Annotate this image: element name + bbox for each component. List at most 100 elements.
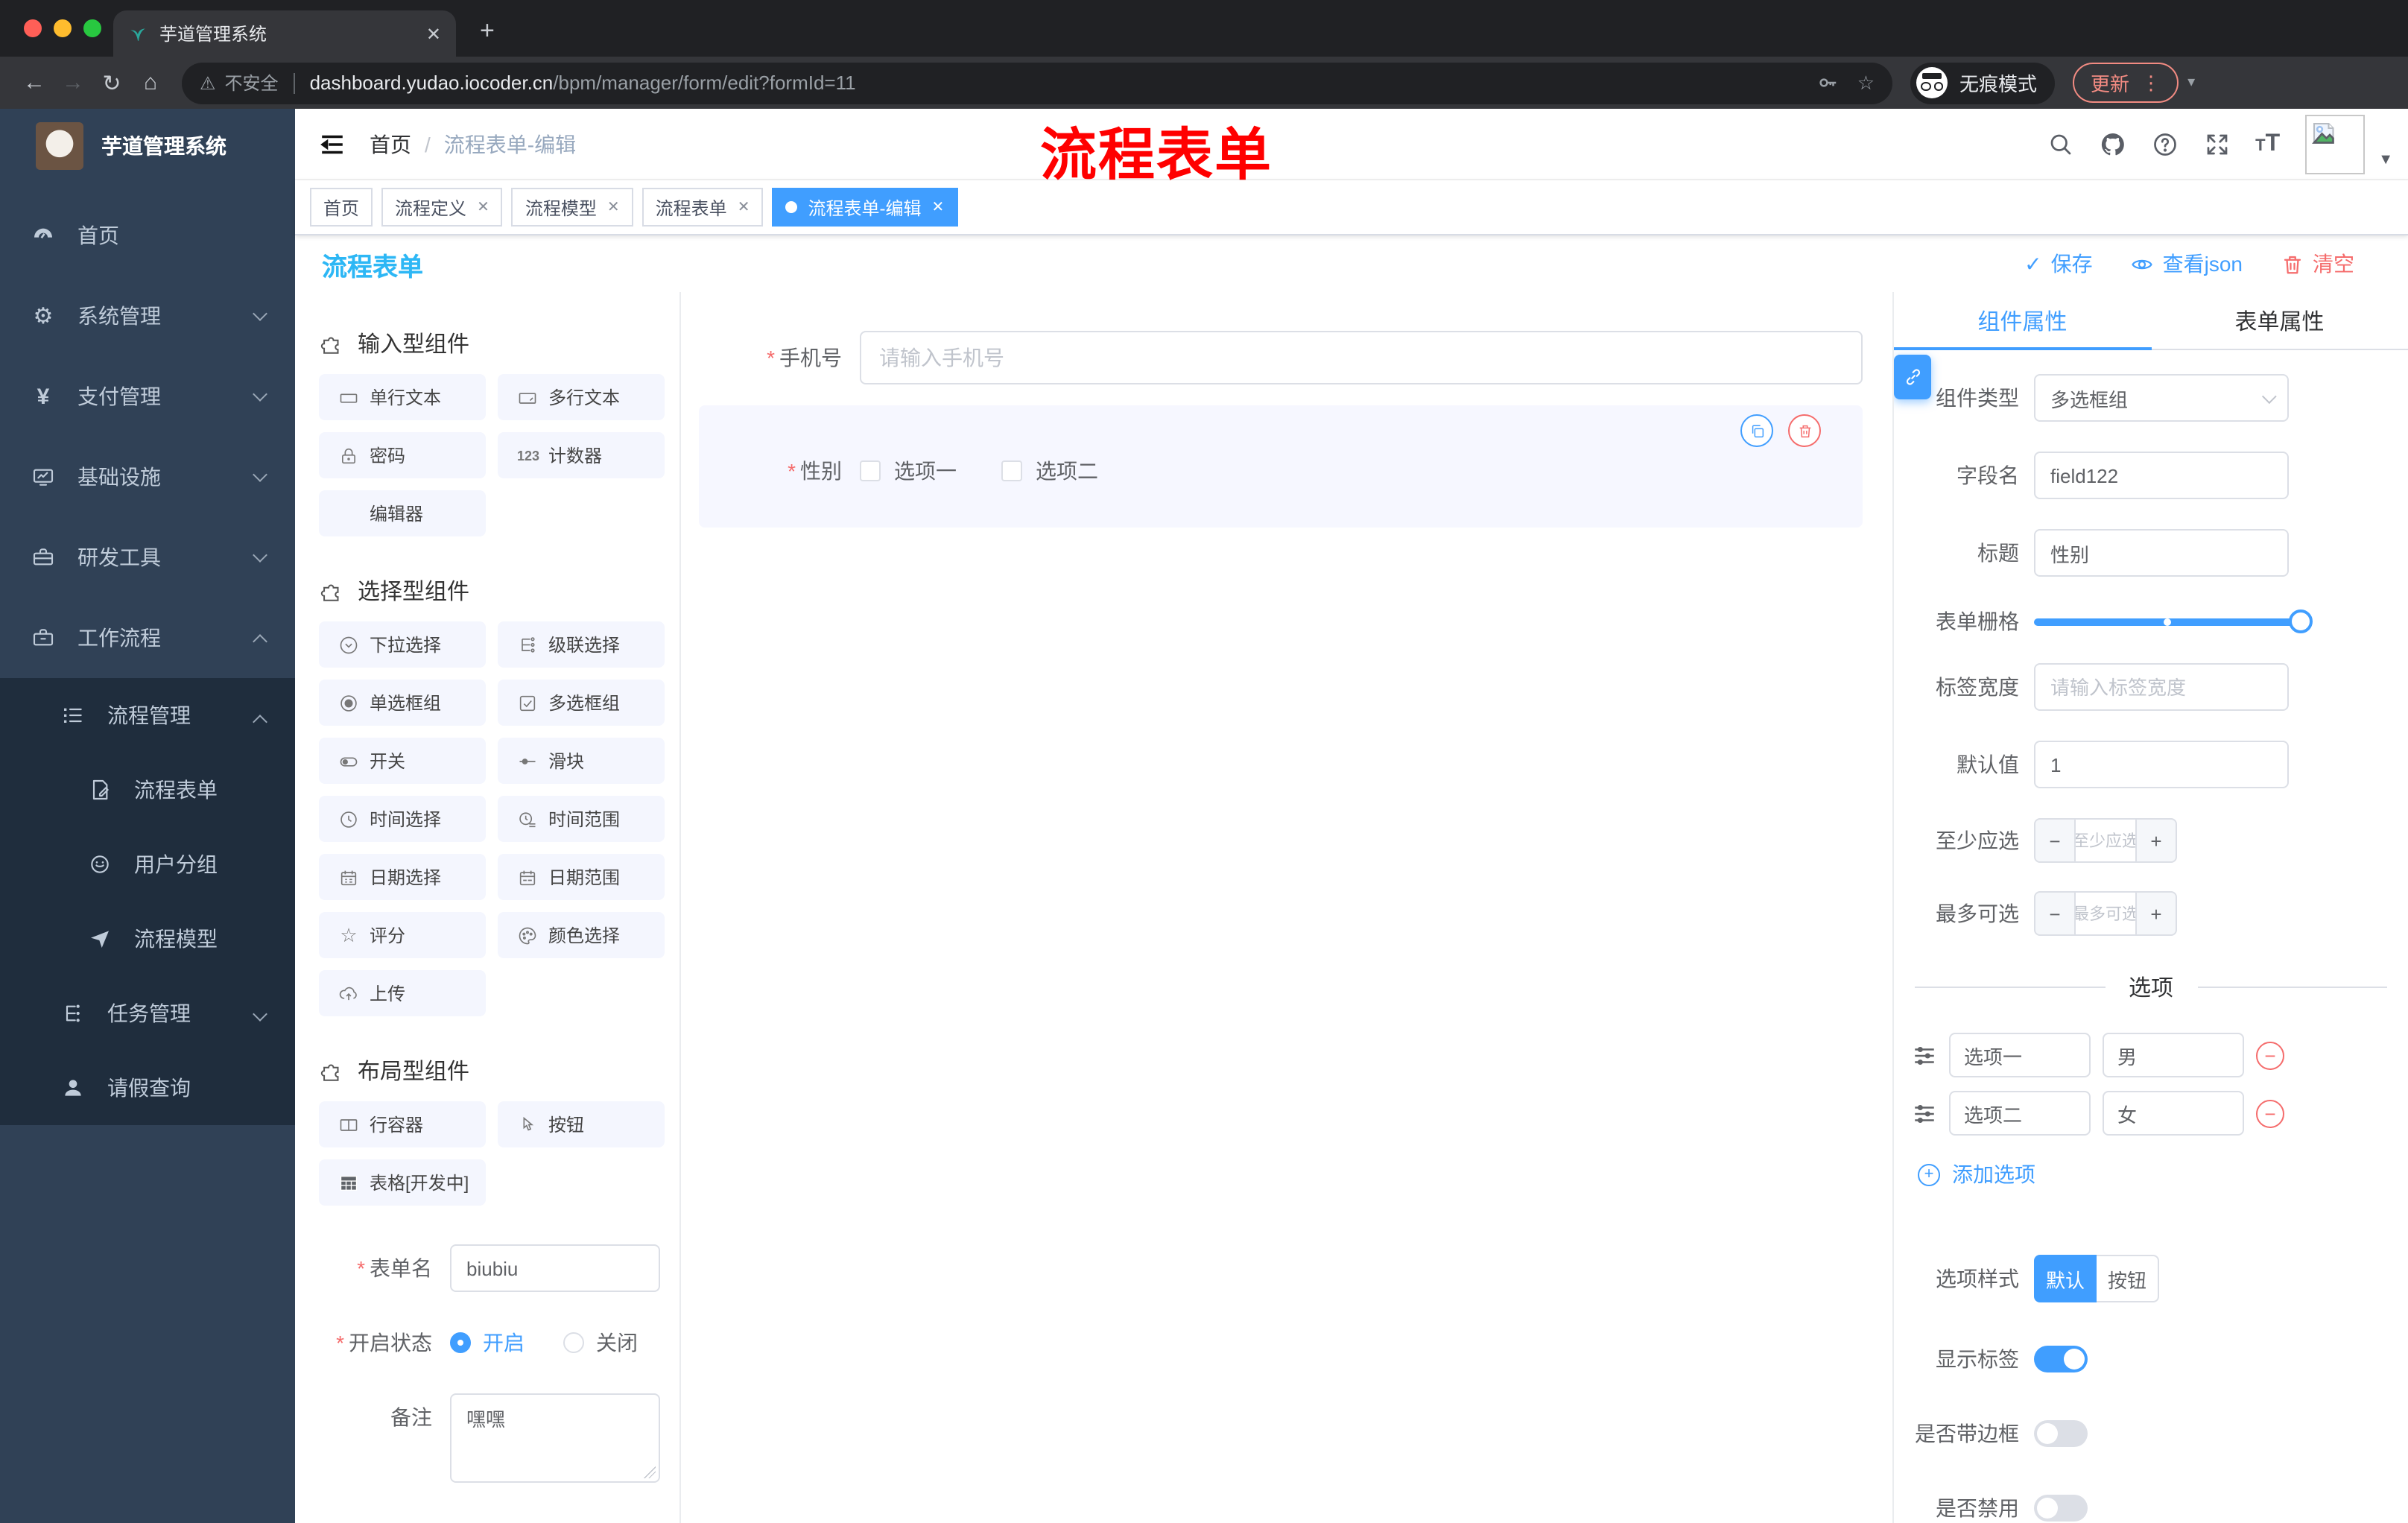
fullscreen-icon[interactable] [2203,130,2230,157]
drawer-handle[interactable] [1894,355,1931,399]
sidebar-item-system[interactable]: ⚙ 系统管理 [0,276,295,356]
component-chip-switch[interactable]: 开关 [319,738,486,784]
drag-handle-icon[interactable] [1912,1042,1937,1068]
address-bar[interactable]: ⚠ 不安全 dashboard.yudao.iocoder.cn /bpm/ma… [182,62,1892,104]
github-icon[interactable] [2099,130,2126,157]
checkbox-icon[interactable] [1001,460,1022,481]
option-value-input[interactable] [2103,1091,2244,1136]
plus-icon[interactable]: + [2137,893,2176,934]
font-size-icon[interactable]: TT [2255,130,2280,157]
max-select-input[interactable]: 最多可选 [2074,893,2137,934]
disabled-toggle[interactable] [2034,1495,2088,1522]
option-label-input[interactable] [1949,1033,2091,1077]
widget-phone[interactable]: * 手机号 [699,331,1863,384]
avatar-caret-icon[interactable]: ▼ [2378,152,2393,168]
component-chip-single-text[interactable]: 单行文本 [319,374,486,420]
component-chip-table[interactable]: 表格[开发中] [319,1159,486,1206]
browser-tab[interactable]: 芋道管理系统 ✕ [113,10,456,57]
sidebar-fold-icon[interactable] [319,130,346,157]
add-option-button[interactable]: + 添加选项 [1894,1159,2408,1189]
form-canvas[interactable]: *手机号 *性别 选项一 [681,292,1892,1523]
form-name-input[interactable] [450,1244,660,1292]
component-chip-counter[interactable]: 123 计数器 [498,432,665,478]
sidebar-item-process-model[interactable]: 流程模型 [0,902,295,976]
component-chip-time-picker[interactable]: 时间选择 [319,796,486,842]
minus-icon[interactable]: − [2035,893,2074,934]
back-icon[interactable]: ← [15,70,54,95]
sidebar-item-task-mgmt[interactable]: 任务管理 [0,976,295,1051]
tab-form-props[interactable]: 表单属性 [2151,292,2408,349]
help-icon[interactable] [2151,130,2178,157]
component-chip-password[interactable]: 密码 [319,432,486,478]
option-label-input[interactable] [1949,1091,2091,1136]
clear-button[interactable]: 清空 [2281,249,2354,279]
component-chip-date-picker[interactable]: 日期选择 [319,854,486,900]
component-chip-editor[interactable]: 编辑器 [319,490,486,536]
component-chip-select[interactable]: 下拉选择 [319,621,486,668]
radio-off[interactable] [563,1332,584,1353]
minus-icon[interactable]: − [2035,820,2074,861]
tag-process-form-edit[interactable]: 流程表单-编辑 ✕ [772,188,958,227]
remove-option-icon[interactable]: − [2256,1041,2284,1069]
home-icon[interactable]: ⌂ [131,70,170,95]
copy-widget-button[interactable] [1740,414,1773,447]
tag-process-form[interactable]: 流程表单 ✕ [641,188,764,227]
option-value-input[interactable] [2103,1033,2244,1077]
component-chip-multi-text[interactable]: 多行文本 [498,374,665,420]
component-chip-slider[interactable]: 滑块 [498,738,665,784]
delete-widget-button[interactable] [1788,414,1821,447]
component-chip-time-range[interactable]: 时间范围 [498,796,665,842]
close-tab-icon[interactable]: ✕ [426,23,441,44]
sidebar-item-process-form[interactable]: 流程表单 [0,753,295,827]
component-chip-upload[interactable]: 上传 [319,970,486,1016]
status-on-label[interactable]: 开启 [483,1328,525,1358]
component-chip-radio-group[interactable]: 单选框组 [319,680,486,726]
search-icon[interactable] [2047,130,2073,157]
min-select-input[interactable]: 至少应选 [2074,820,2137,861]
close-icon[interactable]: ✕ [607,199,620,215]
new-tab-button[interactable]: + [480,18,495,43]
title-input[interactable] [2034,529,2289,577]
remark-textarea[interactable]: 嘿嘿 [450,1393,660,1483]
tag-home[interactable]: 首页 [310,188,373,227]
sidebar-item-workflow[interactable]: 工作流程 [0,598,295,678]
close-window-button[interactable] [24,19,42,37]
border-toggle[interactable] [2034,1420,2088,1447]
form-grid-slider[interactable] [2034,609,2313,633]
maximize-window-button[interactable] [83,19,101,37]
close-icon[interactable]: ✕ [738,199,750,215]
component-chip-row-container[interactable]: 行容器 [319,1101,486,1147]
password-key-icon[interactable] [1817,72,1840,94]
tab-component-props[interactable]: 组件属性 [1894,292,2151,350]
chevron-down-icon[interactable]: ▾ [2187,75,2195,91]
sidebar-item-user-groups[interactable]: 用户分组 [0,827,295,902]
bookmark-star-icon[interactable]: ☆ [1857,71,1875,95]
component-chip-button[interactable]: 按钮 [498,1101,665,1147]
sidebar-item-infra[interactable]: 基础设施 [0,437,295,517]
component-chip-color-picker[interactable]: 颜色选择 [498,912,665,958]
sidebar-item-payment[interactable]: ¥ 支付管理 [0,356,295,437]
checkbox-icon[interactable] [860,460,881,481]
not-secure-warning[interactable]: ⚠ 不安全 [200,70,279,95]
reload-icon[interactable]: ↻ [92,69,131,96]
status-off-label[interactable]: 关闭 [596,1328,638,1358]
component-type-select[interactable]: 多选框组 [2034,374,2289,422]
forward-icon[interactable]: → [54,70,92,95]
phone-input[interactable] [860,331,1863,384]
label-width-input[interactable] [2034,663,2289,711]
slider-handle[interactable] [2289,609,2313,633]
show-label-toggle[interactable] [2034,1346,2088,1372]
widget-gender-selected[interactable]: * 性别 选项一 选项二 [699,405,1863,528]
save-button[interactable]: ✓ 保存 [2024,249,2092,279]
close-icon[interactable]: ✕ [931,199,944,215]
sidebar-item-leave-query[interactable]: 请假查询 [0,1051,295,1125]
sidebar-item-process-mgmt[interactable]: 流程管理 [0,678,295,753]
default-value-input[interactable] [2034,741,2289,788]
gender-option-2[interactable]: 选项二 [1001,456,1098,486]
drag-handle-icon[interactable] [1912,1101,1937,1126]
breadcrumb-home[interactable]: 首页 [370,129,411,159]
close-icon[interactable]: ✕ [477,199,489,215]
component-chip-cascader[interactable]: 级联选择 [498,621,665,668]
component-chip-rate[interactable]: ☆ 评分 [319,912,486,958]
tag-process-model[interactable]: 流程模型 ✕ [511,188,633,227]
